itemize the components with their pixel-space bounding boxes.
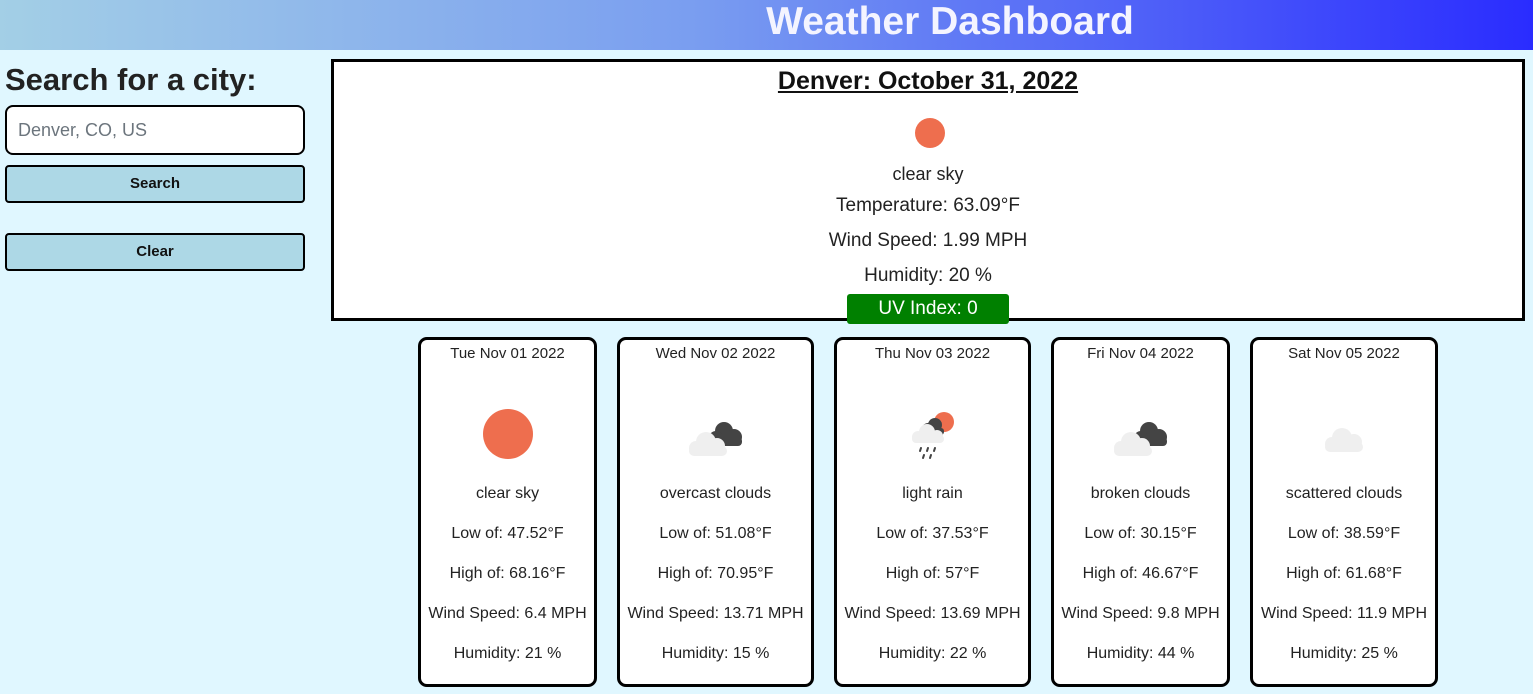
forecast-high: High of: 61.68°F (1286, 565, 1402, 582)
sun-icon (914, 117, 946, 149)
forecast-low: Low of: 38.59°F (1287, 525, 1401, 542)
forecast-date: Sat Nov 05 2022 (1288, 345, 1400, 362)
light-rain-icon (893, 404, 973, 464)
forecast-card: Wed Nov 02 2022 overcast clouds Low of: … (617, 337, 814, 687)
scattered-clouds-icon (1304, 404, 1384, 464)
forecast-wind-speed: Wind Speed: 6.4 MPH (428, 605, 587, 622)
forecast-humidity: Humidity: 25 % (1290, 645, 1398, 662)
forecast-humidity: Humidity: 22 % (878, 645, 987, 662)
forecast-date: Fri Nov 04 2022 (1087, 345, 1194, 362)
broken-clouds-icon (1101, 404, 1181, 464)
forecast-card: Sat Nov 05 2022 scattered clouds Low of:… (1250, 337, 1438, 687)
page-title: Weather Dashboard (766, 0, 1134, 43)
forecast-high: High of: 68.16°F (449, 565, 566, 582)
forecast-wind-speed: Wind Speed: 13.71 MPH (627, 605, 804, 622)
forecast-high: High of: 46.67°F (1082, 565, 1199, 582)
current-wind-speed: Wind Speed: 1.99 MPH (828, 230, 1028, 251)
forecast-description: scattered clouds (1285, 485, 1403, 502)
current-description: clear sky (892, 164, 964, 184)
forecast-low: Low of: 51.08°F (659, 525, 772, 542)
forecast-low: Low of: 47.52°F (451, 525, 564, 542)
clear-button[interactable]: Clear (5, 233, 305, 271)
search-sidebar: Search for a city: Search Clear (5, 60, 305, 271)
current-temperature: Temperature: 63.09°F (836, 195, 1020, 216)
current-city-date: Denver: October 31, 2022 (777, 67, 1079, 95)
forecast-date: Wed Nov 02 2022 (655, 345, 776, 362)
sun-icon (468, 404, 548, 464)
forecast-low: Low of: 37.53°F (876, 525, 989, 542)
forecast-humidity: Humidity: 21 % (453, 645, 562, 662)
header-bar: Weather Dashboard (0, 0, 1533, 50)
forecast-description: light rain (902, 485, 963, 502)
forecast-description: broken clouds (1090, 485, 1191, 502)
forecast-high: High of: 70.95°F (657, 565, 774, 582)
forecast-card: Thu Nov 03 2022 light rain Low of: 37.53… (834, 337, 1031, 687)
forecast-humidity: Humidity: 15 % (661, 645, 770, 662)
forecast-description: clear sky (475, 485, 540, 502)
city-search-input[interactable] (5, 105, 305, 155)
forecast-description: overcast clouds (659, 485, 772, 502)
current-weather-panel: Denver: October 31, 2022 clear sky Tempe… (331, 59, 1525, 324)
overcast-clouds-icon (676, 404, 756, 464)
forecast-wind-speed: Wind Speed: 11.9 MPH (1260, 605, 1427, 622)
forecast-wind-speed: Wind Speed: 9.8 MPH (1061, 605, 1220, 622)
forecast-wind-speed: Wind Speed: 13.69 MPH (844, 605, 1021, 622)
forecast-date: Tue Nov 01 2022 (450, 345, 565, 362)
search-heading: Search for a city: (5, 62, 257, 97)
forecast-high: High of: 57°F (885, 565, 980, 582)
forecast-low: Low of: 30.15°F (1084, 525, 1197, 542)
forecast-date: Thu Nov 03 2022 (874, 345, 991, 362)
uv-index-badge: UV Index: 0 (847, 294, 1009, 324)
search-button[interactable]: Search (5, 165, 305, 203)
current-humidity: Humidity: 20 % (864, 265, 992, 286)
forecast-card: Fri Nov 04 2022 broken clouds Low of: 30… (1051, 337, 1230, 687)
forecast-humidity: Humidity: 44 % (1086, 645, 1195, 662)
forecast-card: Tue Nov 01 2022 clear sky Low of: 47.52°… (418, 337, 597, 687)
